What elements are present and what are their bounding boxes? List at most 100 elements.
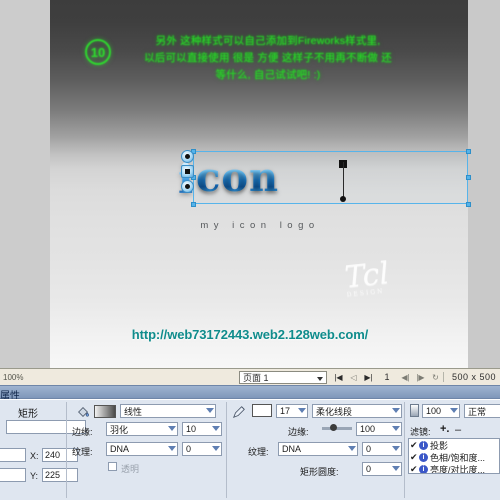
previous-page-button[interactable]: ◁ — [346, 371, 361, 384]
zoom-level-label: 100% — [3, 372, 24, 382]
stroke-texture-amount-field[interactable]: 0 — [362, 442, 402, 456]
transparent-label: 透明 — [121, 464, 140, 474]
chevron-down-icon[interactable] — [392, 426, 400, 431]
filters-label: 滤镜: — [410, 427, 431, 437]
step-forward-button[interactable]: |▶ — [413, 371, 428, 384]
pencil-icon[interactable] — [232, 405, 246, 419]
stroke-type-select[interactable]: 柔化线段 — [312, 404, 402, 418]
chevron-down-icon[interactable] — [316, 376, 323, 381]
stroke-edge-amount-value: 100 — [360, 424, 376, 434]
chevron-down-icon[interactable] — [168, 446, 176, 451]
fill-texture-label: 纹理: — [72, 447, 93, 457]
page-selector-label: 页面 1 — [242, 372, 269, 383]
loop-playback-button[interactable]: ↻ — [428, 371, 443, 384]
chevron-down-icon[interactable] — [450, 408, 458, 413]
fill-edge-type-select[interactable]: 羽化 — [106, 422, 178, 436]
stroke-width-value: 17 — [280, 406, 291, 416]
width-field[interactable]: 0 — [0, 448, 26, 462]
chevron-down-icon[interactable] — [392, 446, 400, 451]
step-back-button[interactable]: ◀| — [398, 371, 413, 384]
fill-edge-amount-value: 10 — [186, 424, 197, 434]
canvas-left-margin — [0, 0, 50, 368]
rectangle-roundness-field[interactable]: 0 — [362, 462, 402, 476]
stroke-texture-select[interactable]: DNA — [278, 442, 358, 456]
chevron-down-icon[interactable] — [212, 446, 220, 451]
stroke-width-field[interactable]: 17 — [276, 404, 308, 418]
status-bar: 100% 页面 1 |◀ ◁ ▶| 1 ◀| |▶ ↻ 500 x 500 — [0, 368, 500, 385]
selection-handle-bottom-right[interactable] — [466, 202, 471, 207]
last-page-button[interactable]: ▶| — [361, 371, 376, 384]
step-number-badge: 10 — [85, 39, 111, 65]
filter-name: 亮度/对比度... — [430, 464, 486, 474]
paint-bucket-icon[interactable] — [76, 405, 90, 419]
stroke-texture-amount-value: 0 — [366, 444, 372, 454]
first-page-button[interactable]: |◀ — [331, 371, 346, 384]
filter-row[interactable]: ✔ i 投影 — [409, 439, 499, 451]
chevron-down-icon[interactable] — [298, 408, 306, 413]
stroke-texture-label: 纹理: — [248, 447, 269, 457]
chevron-down-icon[interactable] — [348, 446, 356, 451]
filter-info-icon[interactable]: i — [419, 440, 428, 450]
opacity-value: 100 — [426, 406, 442, 416]
stroke-edge-slider-knob[interactable] — [330, 424, 337, 431]
opacity-field[interactable]: 100 — [422, 404, 460, 418]
selection-handle-top-right[interactable] — [466, 149, 471, 154]
fill-edge-label: 边缘: — [72, 427, 93, 437]
gradient-handle-top[interactable] — [181, 150, 194, 163]
filter-info-icon[interactable]: i — [419, 464, 428, 473]
panel-divider — [66, 402, 67, 498]
filter-enabled-checkmark-icon[interactable]: ✔ — [410, 440, 419, 451]
canvas-right-margin — [468, 0, 500, 368]
selection-bounding-box[interactable] — [191, 149, 471, 207]
gradient-handle-middle[interactable] — [181, 165, 194, 178]
properties-panel: 矩形 0 0 X: Y: 240 225 线性 边缘: 羽化 10 纹理: — [0, 399, 500, 500]
opacity-icon — [410, 404, 419, 417]
y-position-field[interactable]: 225 — [42, 468, 78, 482]
gradient-handle-core-icon — [185, 154, 190, 159]
annotation-text: 另外 这种样式可以自己添加到Fireworks样式里, 以后可以直接使用 很是 … — [118, 33, 418, 84]
add-filter-button[interactable]: +. — [440, 423, 449, 435]
filters-list[interactable]: ✔ i 投影 ✔ i 色相/饱和度... ✔ i 亮度/对比度... — [408, 438, 500, 474]
gradient-handle-bottom[interactable] — [181, 180, 194, 193]
x-label: X: — [30, 451, 39, 461]
stroke-edge-slider[interactable] — [322, 427, 352, 430]
fill-texture-amount-value: 0 — [186, 444, 192, 454]
transparent-checkbox[interactable] — [108, 462, 117, 471]
stroke-edge-amount-field[interactable]: 100 — [356, 422, 402, 436]
height-field[interactable]: 0 — [0, 468, 26, 482]
stroke-color-swatch[interactable] — [252, 404, 272, 417]
document-area: 10 另外 这种样式可以自己添加到Fireworks样式里, 以后可以直接使用 … — [0, 0, 500, 368]
fill-color-swatch[interactable] — [94, 405, 116, 418]
gradient-end-handle[interactable] — [340, 196, 346, 202]
stroke-type-value: 柔化线段 — [316, 406, 353, 417]
rectangle-roundness-label: 矩形圆度: — [300, 467, 339, 477]
fill-edge-amount-field[interactable]: 10 — [182, 422, 222, 436]
filter-info-icon[interactable]: i — [419, 452, 428, 462]
filter-enabled-checkmark-icon[interactable]: ✔ — [410, 452, 419, 463]
selection-handle-bottom-left[interactable] — [191, 202, 196, 207]
rectangle-roundness-value: 0 — [366, 464, 372, 474]
fill-texture-amount-field[interactable]: 0 — [182, 442, 222, 456]
blend-mode-select[interactable]: 正常 — [464, 404, 500, 418]
chevron-down-icon[interactable] — [206, 408, 214, 413]
object-type-label: 矩形 — [18, 409, 38, 420]
chevron-down-icon[interactable] — [168, 426, 176, 431]
filter-enabled-checkmark-icon[interactable]: ✔ — [410, 464, 419, 474]
fill-type-select[interactable]: 线性 — [120, 404, 216, 418]
current-page-number[interactable]: 1 — [376, 372, 398, 382]
chevron-down-icon[interactable] — [392, 466, 400, 471]
page-selector[interactable]: 页面 1 — [238, 370, 327, 384]
gradient-handle-core-icon — [185, 169, 190, 174]
remove-filter-button[interactable]: – — [455, 424, 461, 436]
fill-texture-select[interactable]: DNA — [106, 442, 178, 456]
chevron-down-icon[interactable] — [392, 408, 400, 413]
properties-panel-titlebar[interactable]: 属性 — [0, 385, 500, 402]
fill-texture-value: DNA — [110, 444, 130, 454]
annotation-line-1: 另外 这种样式可以自己添加到Fireworks样式里, — [155, 35, 381, 47]
filter-row[interactable]: ✔ i 色相/饱和度... — [409, 451, 499, 463]
watermark: Tcl DESIGN — [343, 256, 391, 298]
chevron-down-icon[interactable] — [212, 426, 220, 431]
filter-row[interactable]: ✔ i 亮度/对比度... — [409, 463, 499, 474]
blend-mode-value: 正常 — [468, 406, 487, 417]
selection-handle-middle-right[interactable] — [466, 175, 471, 180]
